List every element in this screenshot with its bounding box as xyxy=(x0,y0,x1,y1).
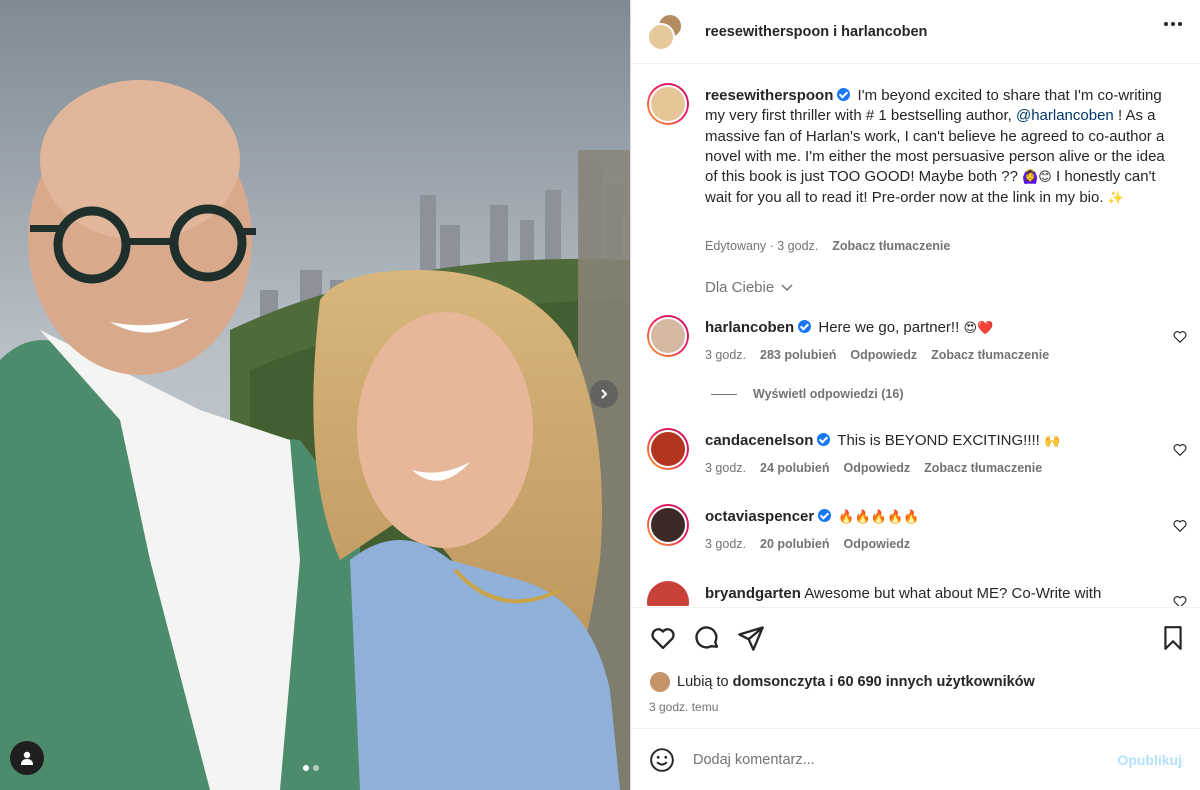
comment: candacenelson This is BEYOND EXCITING!!!… xyxy=(647,428,1187,488)
caption-meta: Edytowany · 3 godz. Zobacz tłumaczenie xyxy=(705,239,950,253)
liker-username[interactable]: domsonczyta xyxy=(733,674,826,690)
publish-button[interactable]: Opublikuj xyxy=(1117,752,1182,768)
comment-sort-dropdown[interactable]: Dla Ciebie xyxy=(705,279,793,296)
instagram-post: reesewitherspoon i harlancoben reesewith… xyxy=(0,0,1200,790)
view-replies-button[interactable]: Wyświetl odpowiedzi (16) xyxy=(711,387,903,401)
avatar[interactable] xyxy=(647,581,689,606)
verified-icon xyxy=(798,320,812,333)
chevron-down-icon xyxy=(781,284,793,292)
comment-time: 3 godz. xyxy=(705,461,747,475)
comment-composer: Opublikuj xyxy=(631,728,1200,790)
comment-likes[interactable]: 283 polubień xyxy=(760,348,836,362)
reply-button[interactable]: Odpowiedz xyxy=(843,461,910,475)
comment-time: 3 godz. xyxy=(705,348,747,362)
comment-username[interactable]: harlancoben xyxy=(705,319,794,336)
chevron-right-icon xyxy=(601,389,608,399)
sort-label: Dla Ciebie xyxy=(705,279,775,296)
comment-input[interactable] xyxy=(693,751,1118,768)
reply-button[interactable]: Odpowiedz xyxy=(850,348,917,362)
see-translation-link[interactable]: Zobacz tłumaczenie xyxy=(931,348,1049,362)
comment: octaviaspencer 🔥🔥🔥🔥🔥 3 godz. 20 polubień… xyxy=(647,504,1187,564)
comment-username[interactable]: candacenelson xyxy=(705,432,813,449)
likes-count[interactable]: i 60 690 innych użytkowników xyxy=(829,674,1034,690)
carousel-indicator xyxy=(303,765,319,771)
avatar[interactable] xyxy=(647,428,689,470)
share-paper-plane-icon[interactable] xyxy=(737,624,765,655)
carousel-dot xyxy=(303,765,309,771)
comment-meta: 3 godz. 20 polubień Odpowiedz xyxy=(705,537,910,551)
divider xyxy=(711,393,737,395)
caption: reesewitherspoon I'm beyond excited to s… xyxy=(647,83,1187,283)
likes-summary[interactable]: Lubią to domsonczyta i 60 690 innych uży… xyxy=(649,671,1035,693)
post-time[interactable]: 3 godz. temu xyxy=(649,700,718,714)
sparkles-emoji: ✨ xyxy=(1107,191,1124,207)
avatar[interactable] xyxy=(647,83,689,125)
post-side-panel: reesewitherspoon i harlancoben reesewith… xyxy=(630,0,1200,790)
comment: harlancoben Here we go, partner!! 😍❤️ 3 … xyxy=(647,315,1187,375)
view-replies-label: Wyświetl odpowiedzi (16) xyxy=(753,387,904,401)
action-icons xyxy=(649,624,765,655)
avatar xyxy=(649,671,671,693)
post-header: reesewitherspoon i harlancoben xyxy=(631,0,1200,64)
heart-icon[interactable] xyxy=(1173,519,1187,533)
caption-text: reesewitherspoon I'm beyond excited to s… xyxy=(705,86,1165,210)
post-actions: Lubią to domsonczyta i 60 690 innych uży… xyxy=(631,607,1200,727)
verified-icon xyxy=(817,433,831,446)
comment-likes[interactable]: 24 polubień xyxy=(760,461,829,475)
edited-label: Edytowany · 3 godz. xyxy=(705,239,819,253)
comment-emoji: 😍❤️ xyxy=(963,321,994,336)
post-media[interactable] xyxy=(0,0,630,790)
comment-body: Here we go, partner!! xyxy=(818,319,960,336)
collab-avatars[interactable] xyxy=(647,12,685,51)
avatar[interactable] xyxy=(647,315,689,357)
collab-usernames[interactable]: reesewitherspoon i harlancoben xyxy=(705,24,927,40)
like-heart-icon[interactable] xyxy=(649,624,677,655)
heart-icon[interactable] xyxy=(1173,595,1187,606)
tagged-users-button[interactable] xyxy=(10,741,44,775)
emoji-icon[interactable] xyxy=(649,747,675,773)
comment-time: 3 godz. xyxy=(705,537,747,551)
heart-icon[interactable] xyxy=(1173,330,1187,344)
see-translation-link[interactable]: Zobacz tłumaczenie xyxy=(832,239,950,253)
more-options-icon[interactable] xyxy=(1164,22,1182,26)
post-photo xyxy=(0,0,630,790)
next-slide-button[interactable] xyxy=(590,380,618,408)
carousel-dot xyxy=(313,765,319,771)
comment-likes[interactable]: 20 polubień xyxy=(760,537,829,551)
comment-text: octaviaspencer 🔥🔥🔥🔥🔥 xyxy=(705,507,1165,528)
bookmark-icon[interactable] xyxy=(1160,625,1186,654)
verified-icon xyxy=(818,509,832,522)
comment: bryandgarten Awesome but what about ME? … xyxy=(647,581,1187,606)
comment-body: Awesome but what about ME? Co-Write with xyxy=(804,585,1102,602)
mention-link[interactable]: @harlancoben xyxy=(1016,107,1114,124)
see-translation-link[interactable]: Zobacz tłumaczenie xyxy=(924,461,1042,475)
comment-text: candacenelson This is BEYOND EXCITING!!!… xyxy=(705,431,1165,452)
comment-meta: 3 godz. 24 polubień Odpowiedz Zobacz tłu… xyxy=(705,461,1042,475)
comment-bubble-icon[interactable] xyxy=(693,624,721,655)
comment-meta: 3 godz. 283 polubień Odpowiedz Zobacz tł… xyxy=(705,348,1049,362)
avatar xyxy=(647,22,675,51)
user-icon xyxy=(21,751,33,765)
comments-scroll-area[interactable]: reesewitherspoon I'm beyond excited to s… xyxy=(631,65,1200,606)
likes-prefix: Lubią to xyxy=(677,674,729,690)
heart-icon[interactable] xyxy=(1173,443,1187,457)
comment-emoji: 🙌 xyxy=(1044,434,1061,449)
comment-emoji: 🔥🔥🔥🔥🔥 xyxy=(838,510,920,525)
verified-icon xyxy=(837,88,851,101)
avatar[interactable] xyxy=(647,504,689,546)
caption-username[interactable]: reesewitherspoon xyxy=(705,87,833,104)
comment-text: bryandgarten Awesome but what about ME? … xyxy=(705,584,1165,604)
comment-username[interactable]: bryandgarten xyxy=(705,585,801,602)
caption-emoji: 🙆‍♀️😊 xyxy=(1022,170,1052,186)
comment-body: This is BEYOND EXCITING!!!! xyxy=(837,432,1040,449)
reply-button[interactable]: Odpowiedz xyxy=(843,537,910,551)
comment-username[interactable]: octaviaspencer xyxy=(705,508,814,525)
comment-text: harlancoben Here we go, partner!! 😍❤️ xyxy=(705,318,1165,339)
